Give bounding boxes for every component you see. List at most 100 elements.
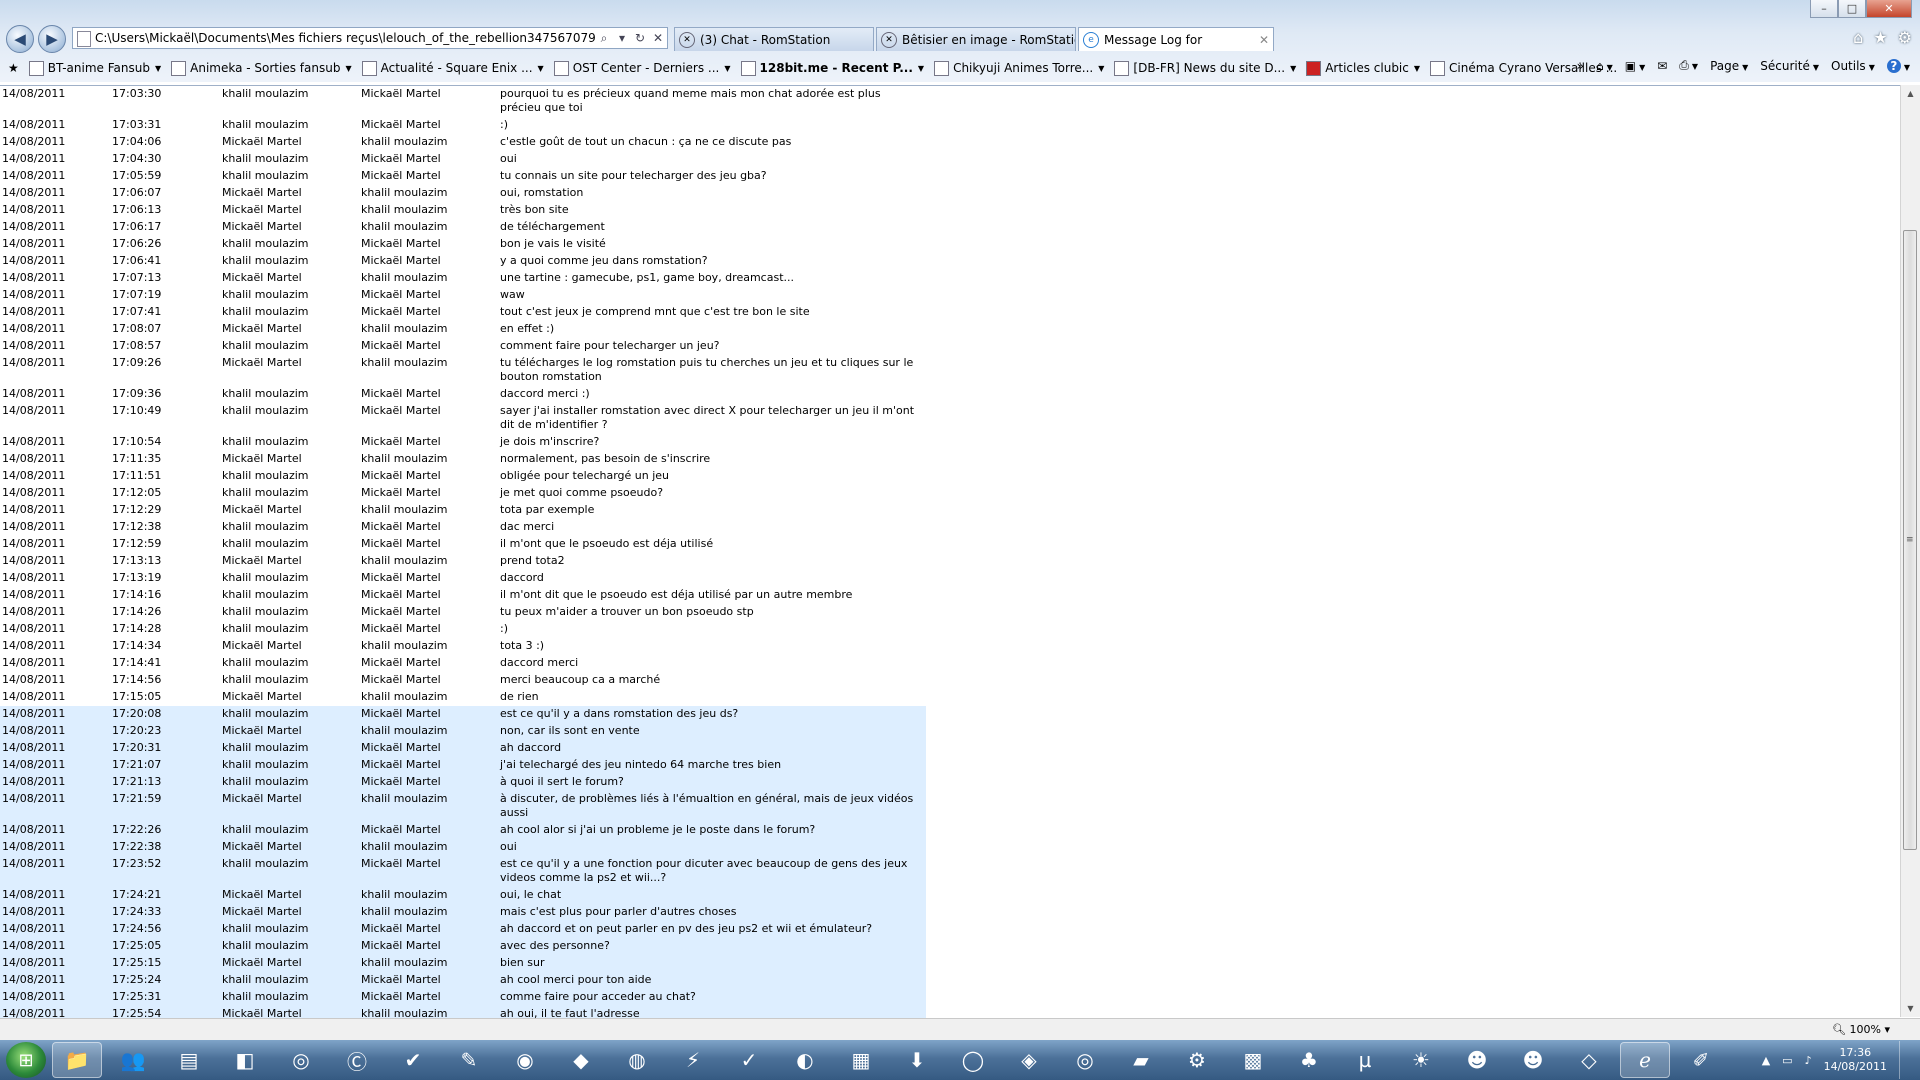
back-button[interactable]: ◀ (6, 25, 34, 53)
app-taskbar-icon[interactable]: ◐ (780, 1042, 830, 1078)
favorite-item[interactable]: Chikyuji Animes Torre... ▼ (934, 60, 1104, 76)
message-time: 17:20:08 (110, 706, 220, 723)
message-text: ah cool alor si j'ai un probleme je le p… (498, 822, 926, 839)
checkmark-taskbar-icon[interactable]: ✔ (388, 1042, 438, 1078)
app-taskbar-icon[interactable]: ▦ (836, 1042, 886, 1078)
scroll-up-icon[interactable]: ▲ (1901, 85, 1920, 102)
app-taskbar-icon[interactable]: ☻ (1452, 1042, 1502, 1078)
message-from: Mickaël Martel (222, 322, 302, 335)
stop-icon[interactable]: ✕ (649, 31, 667, 45)
address-input[interactable]: C:\Users\Mickaël\Documents\Mes fichiers … (73, 31, 595, 45)
tray-chevron-icon[interactable]: ▲ (1762, 1054, 1770, 1067)
feeds-icon[interactable]: ▣ ▼ (1625, 59, 1646, 73)
app-taskbar-icon[interactable]: ▤ (164, 1042, 214, 1078)
message-text: obligée pour telechargé un jeu (500, 469, 670, 482)
tab-message-log[interactable]: e Message Log for ✕ (1078, 27, 1274, 51)
message-to: Mickaël Martel (361, 588, 441, 601)
app-taskbar-icon[interactable]: ▰ (1116, 1042, 1166, 1078)
print-icon[interactable]: ⎙ ▼ (1679, 58, 1698, 73)
search-icon[interactable]: ⌕ (595, 31, 613, 46)
message-time: 17:25:54 (110, 1006, 220, 1018)
message-to: Mickaël Martel (359, 989, 498, 1006)
message-from: Mickaël Martel (222, 452, 302, 465)
tab-betisier[interactable]: ✕ Bêtisier en image - RomStation... (876, 27, 1076, 51)
message-date: 14/08/2011 (2, 469, 66, 482)
message-date: 14/08/2011 (0, 706, 110, 723)
vertical-scrollbar[interactable]: ▲ ≡ ▼ (1900, 85, 1920, 1017)
clock[interactable]: 17:36 14/08/2011 (1824, 1046, 1887, 1074)
app-taskbar-icon[interactable]: ♣ (1284, 1042, 1334, 1078)
app-taskbar-icon[interactable]: ◎ (1060, 1042, 1110, 1078)
address-bar[interactable]: C:\Users\Mickaël\Documents\Mes fichiers … (72, 27, 668, 49)
app-taskbar-icon[interactable]: ✐ (1676, 1042, 1726, 1078)
favorite-item[interactable]: Articles clubic ▼ (1306, 60, 1420, 76)
message-text: sayer j'ai installer romstation avec dir… (500, 404, 915, 431)
page-menu[interactable]: Page ▼ (1710, 59, 1748, 73)
app-taskbar-icon[interactable]: ⬇ (892, 1042, 942, 1078)
message-text: non, car ils sont en vente (498, 723, 926, 740)
messenger-taskbar-icon[interactable]: 👥 (108, 1042, 158, 1078)
refresh-icon[interactable]: ↻ (631, 31, 649, 45)
help-menu[interactable]: ? ▼ (1886, 58, 1910, 73)
forward-button[interactable]: ▶ (38, 25, 66, 53)
app-taskbar-icon[interactable]: ◆ (556, 1042, 606, 1078)
app-taskbar-icon[interactable]: ☀ (1396, 1042, 1446, 1078)
message-time: 17:03:30 (112, 87, 162, 100)
favorite-item[interactable]: Animeka - Sorties fansub ▼ (171, 60, 352, 76)
close-tab-icon[interactable]: ✕ (1255, 33, 1269, 47)
scroll-down-icon[interactable]: ▼ (1901, 1000, 1920, 1017)
table-row: 14/08/2011 17:14:28 khalil moulazim Mickaël… (0, 621, 926, 638)
message-to: Mickaël Martel (361, 152, 441, 165)
explorer-taskbar-icon[interactable]: 📁 (52, 1042, 102, 1078)
show-desktop-button[interactable] (1899, 1041, 1912, 1079)
app-taskbar-icon[interactable]: ✓ (724, 1042, 774, 1078)
zoom-level[interactable]: 🔍︎ 100% ▾ (1832, 1023, 1890, 1036)
network-icon[interactable]: ▭ (1782, 1054, 1792, 1067)
app-taskbar-icon[interactable]: ⚙ (1172, 1042, 1222, 1078)
lightning-taskbar-icon[interactable]: ⚡ (668, 1042, 718, 1078)
tab-chat-romstation[interactable]: ✕ (3) Chat - RomStation (674, 27, 874, 51)
app-taskbar-icon[interactable]: ◈ (1004, 1042, 1054, 1078)
favorites-star-icon[interactable]: ★ (1873, 28, 1887, 47)
message-log-page: 14/08/2011 17:03:30 khalil moulazim Mickaël… (0, 85, 1901, 1018)
chevron-down-icon[interactable]: ▾ (613, 31, 631, 45)
app-taskbar-icon[interactable]: ☻ (1508, 1042, 1558, 1078)
app-taskbar-icon[interactable]: ✎ (444, 1042, 494, 1078)
app-taskbar-icon[interactable]: ◉ (500, 1042, 550, 1078)
maximize-button[interactable]: □ (1838, 0, 1866, 18)
message-time: 17:04:06 (112, 135, 162, 148)
message-date: 14/08/2011 (2, 605, 66, 618)
favorite-item[interactable]: Actualité - Square Enix ... ▼ (361, 60, 544, 76)
overflow-chevron-icon[interactable]: » (1577, 59, 1584, 73)
favorite-item[interactable]: 128bit.me - Recent P... ▼ (740, 60, 924, 76)
home-icon[interactable]: ⌂ (1853, 28, 1863, 47)
disc-taskbar-icon[interactable]: ◍ (612, 1042, 662, 1078)
app-taskbar-icon[interactable]: ◎ (276, 1042, 326, 1078)
app-taskbar-icon[interactable]: ▩ (1228, 1042, 1278, 1078)
message-date: 14/08/2011 (2, 254, 66, 267)
favorite-item[interactable]: OST Center - Derniers ... ▼ (553, 60, 731, 76)
close-window-button[interactable]: ✕ (1866, 0, 1912, 18)
app-taskbar-icon[interactable]: ◇ (1564, 1042, 1614, 1078)
message-to: khalil moulazim (359, 1006, 498, 1018)
security-menu[interactable]: Sécurité ▼ (1760, 59, 1819, 73)
gear-icon[interactable]: ⚙ (1898, 28, 1912, 47)
mail-icon[interactable]: ✉ (1657, 59, 1667, 73)
volume-icon[interactable]: ♪ (1805, 1054, 1812, 1067)
favorite-item[interactable]: BT-anime Fansub ▼ (28, 60, 161, 76)
ie-taskbar-icon[interactable]: ℯ (1620, 1042, 1670, 1078)
app-taskbar-icon[interactable]: Ⓒ (332, 1042, 382, 1078)
message-time: 17:21:59 (110, 791, 220, 822)
home-page-icon[interactable]: ⌂ ▼ (1596, 59, 1613, 73)
app-taskbar-icon[interactable]: µ (1340, 1042, 1390, 1078)
message-text: prend tota2 (500, 554, 565, 567)
minimize-button[interactable]: – (1810, 0, 1838, 18)
favorite-item[interactable]: [DB-FR] News du site D... ▼ (1114, 60, 1296, 76)
app-taskbar-icon[interactable]: ◧ (220, 1042, 270, 1078)
message-date: 14/08/2011 (0, 740, 110, 757)
tools-menu[interactable]: Outils ▼ (1831, 59, 1875, 73)
message-to: Mickaël Martel (361, 520, 441, 533)
app-taskbar-icon[interactable]: ◯ (948, 1042, 998, 1078)
add-favorite-star-icon[interactable]: ★ (8, 61, 19, 75)
start-button[interactable]: ⊞ (6, 1042, 46, 1078)
